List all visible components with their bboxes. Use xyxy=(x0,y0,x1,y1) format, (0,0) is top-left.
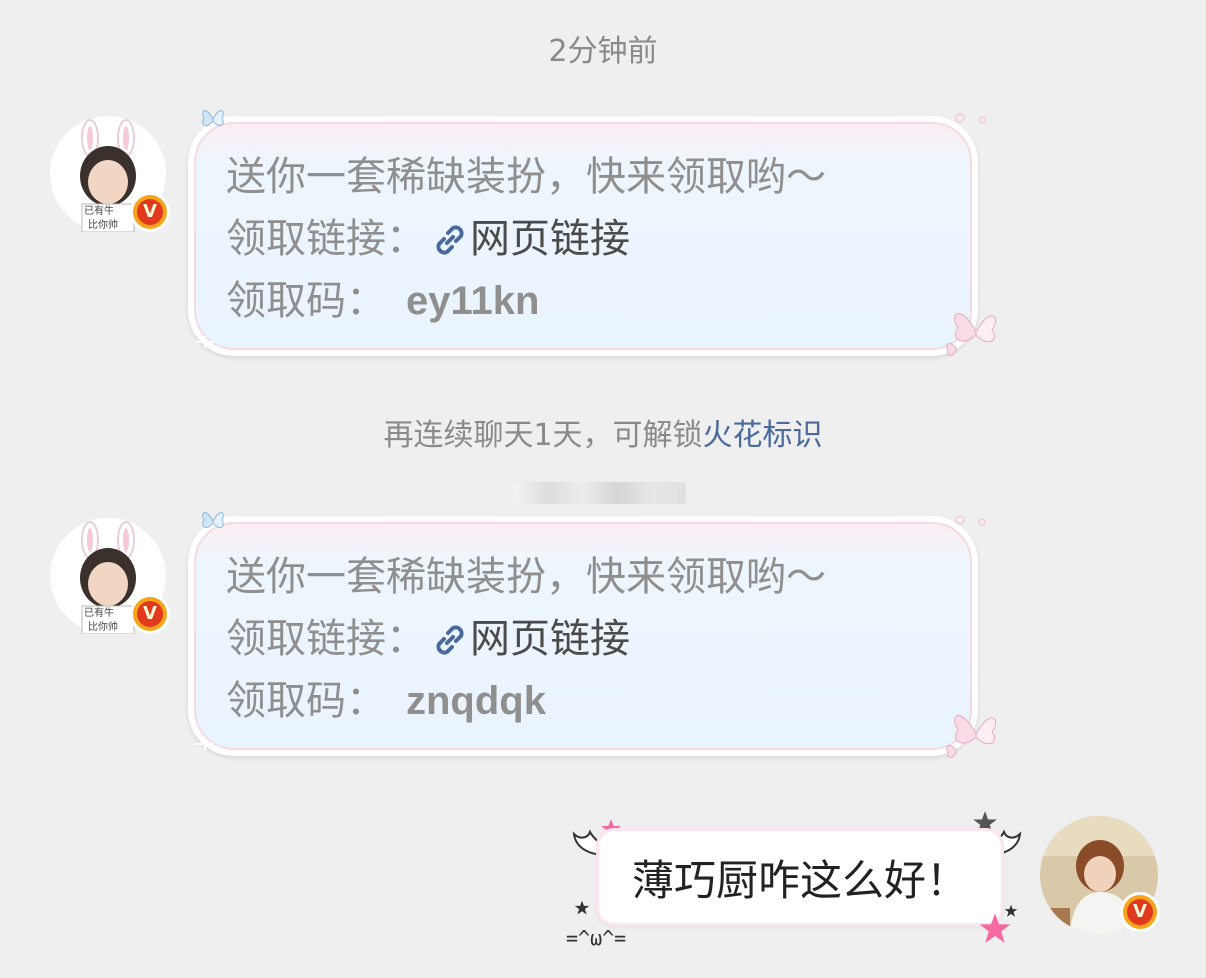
my-avatar[interactable]: V xyxy=(1040,816,1160,934)
kaomoji-decoration: =^ω^= xyxy=(566,926,627,950)
link-icon xyxy=(436,625,464,655)
sparkle-icon xyxy=(955,515,986,526)
system-note: 再连续聊天1天，可解锁火花标识 xyxy=(0,410,1206,454)
star-icon xyxy=(574,900,590,915)
butterfly-icon xyxy=(946,313,997,356)
blurred-content xyxy=(514,482,686,504)
butterfly-icon xyxy=(202,110,224,127)
message-bubble[interactable]: 送你一套稀缺装扮，快来领取哟～ 领取链接： 网页链接 领取码： ey11kn xyxy=(188,116,978,356)
link-row: 领取链接： 网页链接 xyxy=(226,608,970,670)
chat-screen: 2分钟前 已有牛 比你帅 V 送你一套稀缺装扮，快来领取哟～ 领取链接： 网页链接… xyxy=(0,0,1206,978)
web-link[interactable]: 网页链接 xyxy=(470,216,630,262)
verified-badge-icon: V xyxy=(130,192,170,232)
svg-text:比你帅: 比你帅 xyxy=(88,620,118,633)
sender-avatar[interactable]: 已有牛 比你帅 V xyxy=(50,518,170,634)
verified-badge-icon: V xyxy=(130,594,170,634)
message-bubble[interactable]: 送你一套稀缺装扮，快来领取哟～ 领取链接： 网页链接 领取码： znqdqk xyxy=(188,516,978,756)
message-text: 送你一套稀缺装扮，快来领取哟～ xyxy=(226,554,826,600)
sparkle-icon xyxy=(955,113,986,124)
butterfly-icon xyxy=(946,715,997,758)
message-text: 送你一套稀缺装扮，快来领取哟～ xyxy=(226,154,826,200)
my-message-text: 薄巧厨咋这么好！ xyxy=(631,855,968,905)
code-prefix: 领取码： xyxy=(226,678,386,724)
web-link[interactable]: 网页链接 xyxy=(470,616,630,662)
my-message-bubble[interactable]: 薄巧厨咋这么好！ xyxy=(596,828,1004,926)
link-row: 领取链接： 网页链接 xyxy=(226,208,970,270)
sparkle-icon xyxy=(196,336,214,348)
svg-text:已有牛: 已有牛 xyxy=(84,606,114,619)
svg-text:比你帅: 比你帅 xyxy=(88,218,118,231)
spark-badge-link[interactable]: 火花标识 xyxy=(703,418,823,453)
sender-avatar[interactable]: 已有牛 比你帅 V xyxy=(50,116,170,232)
sparkle-icon xyxy=(196,738,214,750)
svg-text:已有牛: 已有牛 xyxy=(84,204,114,217)
link-icon xyxy=(436,225,464,255)
verified-badge-icon: V xyxy=(1120,892,1160,932)
system-note-text: 再连续聊天1天，可解锁 xyxy=(383,418,703,453)
message-timestamp: 2分钟前 xyxy=(548,34,658,69)
star-icon xyxy=(1004,904,1018,917)
code-row: 领取码： znqdqk xyxy=(226,670,970,732)
code-row: 领取码： ey11kn xyxy=(226,270,970,332)
link-prefix: 领取链接： xyxy=(226,216,426,262)
link-prefix: 领取链接： xyxy=(226,616,426,662)
butterfly-icon xyxy=(202,512,224,529)
code-prefix: 领取码： xyxy=(226,278,386,324)
claim-code[interactable]: znqdqk xyxy=(406,679,546,723)
claim-code[interactable]: ey11kn xyxy=(406,279,539,323)
